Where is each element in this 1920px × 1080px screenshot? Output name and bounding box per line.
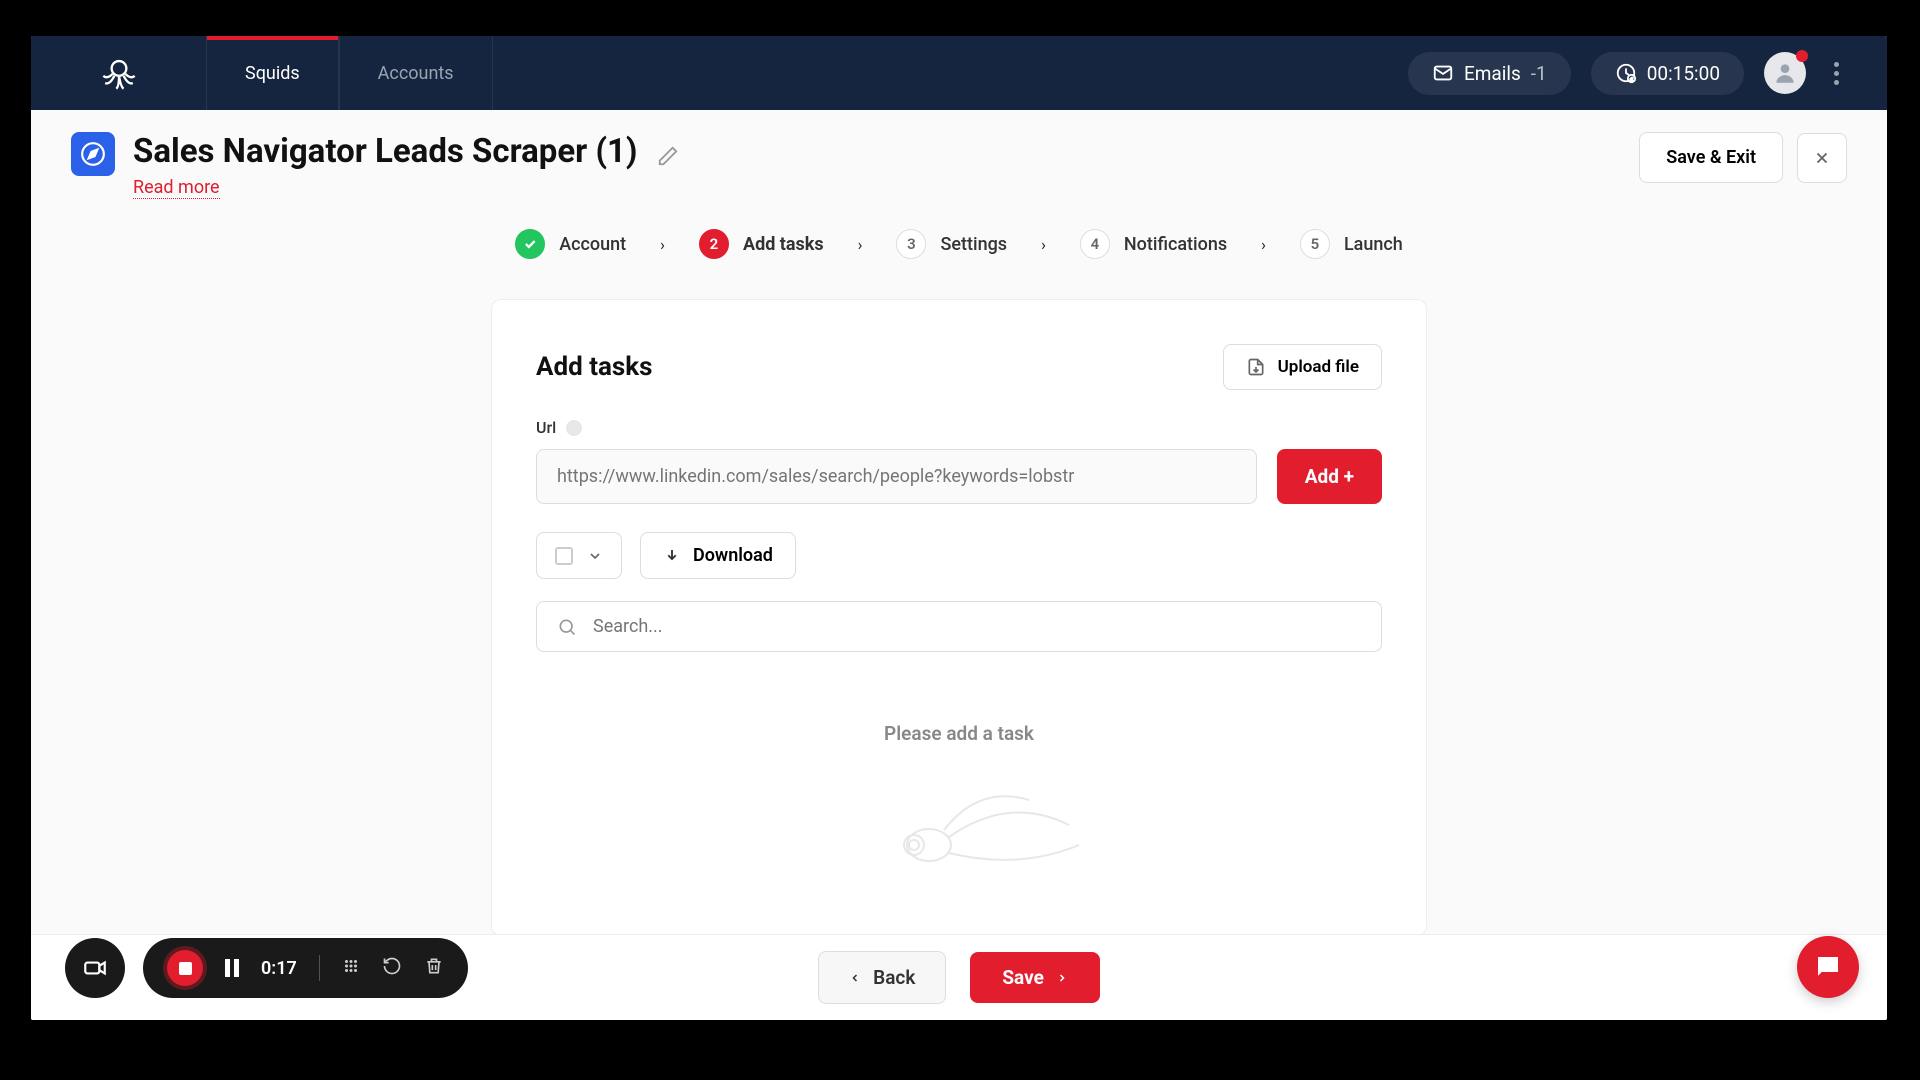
step-circle: 4 [1080,229,1110,259]
step-launch[interactable]: 5 Launch [1300,229,1403,259]
recorder-overlay: 0:17 [65,938,468,998]
chat-icon [1813,952,1843,982]
step-label: Notifications [1124,234,1227,255]
url-field-label: Url [536,418,1382,437]
chevron-right-icon: › [1239,235,1288,254]
page-header: Sales Navigator Leads Scraper (1) Read m… [31,110,1887,199]
step-label: Account [559,234,626,255]
user-icon [1772,60,1798,86]
search-input[interactable] [593,616,1361,637]
step-add-tasks[interactable]: 2 Add tasks [699,229,824,259]
step-label: Settings [940,234,1007,255]
record-time: 0:17 [261,958,297,979]
restart-icon[interactable] [382,956,402,980]
grid-icon[interactable] [342,957,360,979]
step-circle: 3 [896,229,926,259]
chevron-right-icon: › [836,235,885,254]
empty-illustration [536,775,1382,875]
emails-label: Emails [1464,62,1521,85]
add-button[interactable]: Add + [1277,449,1382,504]
upload-label: Upload file [1278,357,1359,377]
save-button[interactable]: Save [970,952,1100,1003]
url-input[interactable] [536,449,1257,504]
download-label: Download [693,545,773,566]
emails-pill[interactable]: Emails -1 [1408,52,1571,95]
nav-tab-accounts[interactable]: Accounts [339,36,493,110]
logo[interactable] [31,50,206,96]
step-circle: 5 [1300,229,1330,259]
upload-file-button[interactable]: Upload file [1223,344,1382,390]
chat-fab[interactable] [1797,936,1859,998]
octopus-logo-icon [96,50,142,96]
download-button[interactable]: Download [640,532,796,579]
timer-pill[interactable]: € 00:15:00 [1591,52,1744,95]
chevron-left-icon [849,972,861,984]
nav-tab-label: Squids [245,63,300,84]
compass-icon [71,132,115,176]
read-more-link[interactable]: Read more [133,177,220,199]
search-box[interactable] [536,601,1382,652]
page-title: Sales Navigator Leads Scraper (1) [133,132,638,171]
empty-state-message: Please add a task [536,722,1382,745]
step-circle [515,229,545,259]
file-upload-icon [1246,357,1266,377]
check-icon [523,237,537,251]
back-label: Back [873,966,915,989]
card-title: Add tasks [536,352,653,382]
close-icon [1813,149,1831,167]
search-icon [557,617,577,637]
step-label: Launch [1344,234,1403,255]
timer-value: 00:15:00 [1647,62,1720,85]
chevron-right-icon [1056,972,1068,984]
checkbox[interactable] [555,547,573,565]
email-icon [1432,62,1454,84]
trash-icon[interactable] [424,956,444,980]
close-button[interactable] [1797,133,1847,183]
topbar: Squids Accounts Emails -1 € 00:15:00 [31,36,1887,110]
chevron-right-icon: › [638,235,687,254]
chevron-right-icon: › [1019,235,1068,254]
menu-kebab[interactable] [1826,54,1847,93]
help-icon[interactable] [566,420,582,436]
step-circle: 2 [699,229,729,259]
nav-tab-squids[interactable]: Squids [206,36,339,110]
step-notifications[interactable]: 4 Notifications [1080,229,1227,259]
save-label: Save [1002,966,1044,989]
save-exit-button[interactable]: Save & Exit [1639,132,1783,183]
select-all-dropdown[interactable] [536,532,622,579]
download-icon [663,547,681,565]
nav-tab-label: Accounts [378,63,454,84]
avatar[interactable] [1764,52,1806,94]
chevron-down-icon [587,548,603,564]
clock-icon: € [1615,62,1637,84]
svg-text:€: € [1630,77,1633,83]
record-stop-button[interactable] [167,950,203,986]
main-card: Add tasks Upload file Url Add + Download [491,299,1427,936]
video-icon [82,955,108,981]
step-label: Add tasks [743,234,824,255]
stepper: Account › 2 Add tasks › 3 Settings › 4 N… [31,229,1887,259]
edit-icon[interactable] [657,145,679,171]
back-button[interactable]: Back [818,951,946,1004]
step-settings[interactable]: 3 Settings [896,229,1007,259]
camera-button[interactable] [65,938,125,998]
step-account[interactable]: Account [515,229,626,259]
pause-button[interactable] [225,959,239,977]
emails-count: -1 [1531,62,1547,85]
